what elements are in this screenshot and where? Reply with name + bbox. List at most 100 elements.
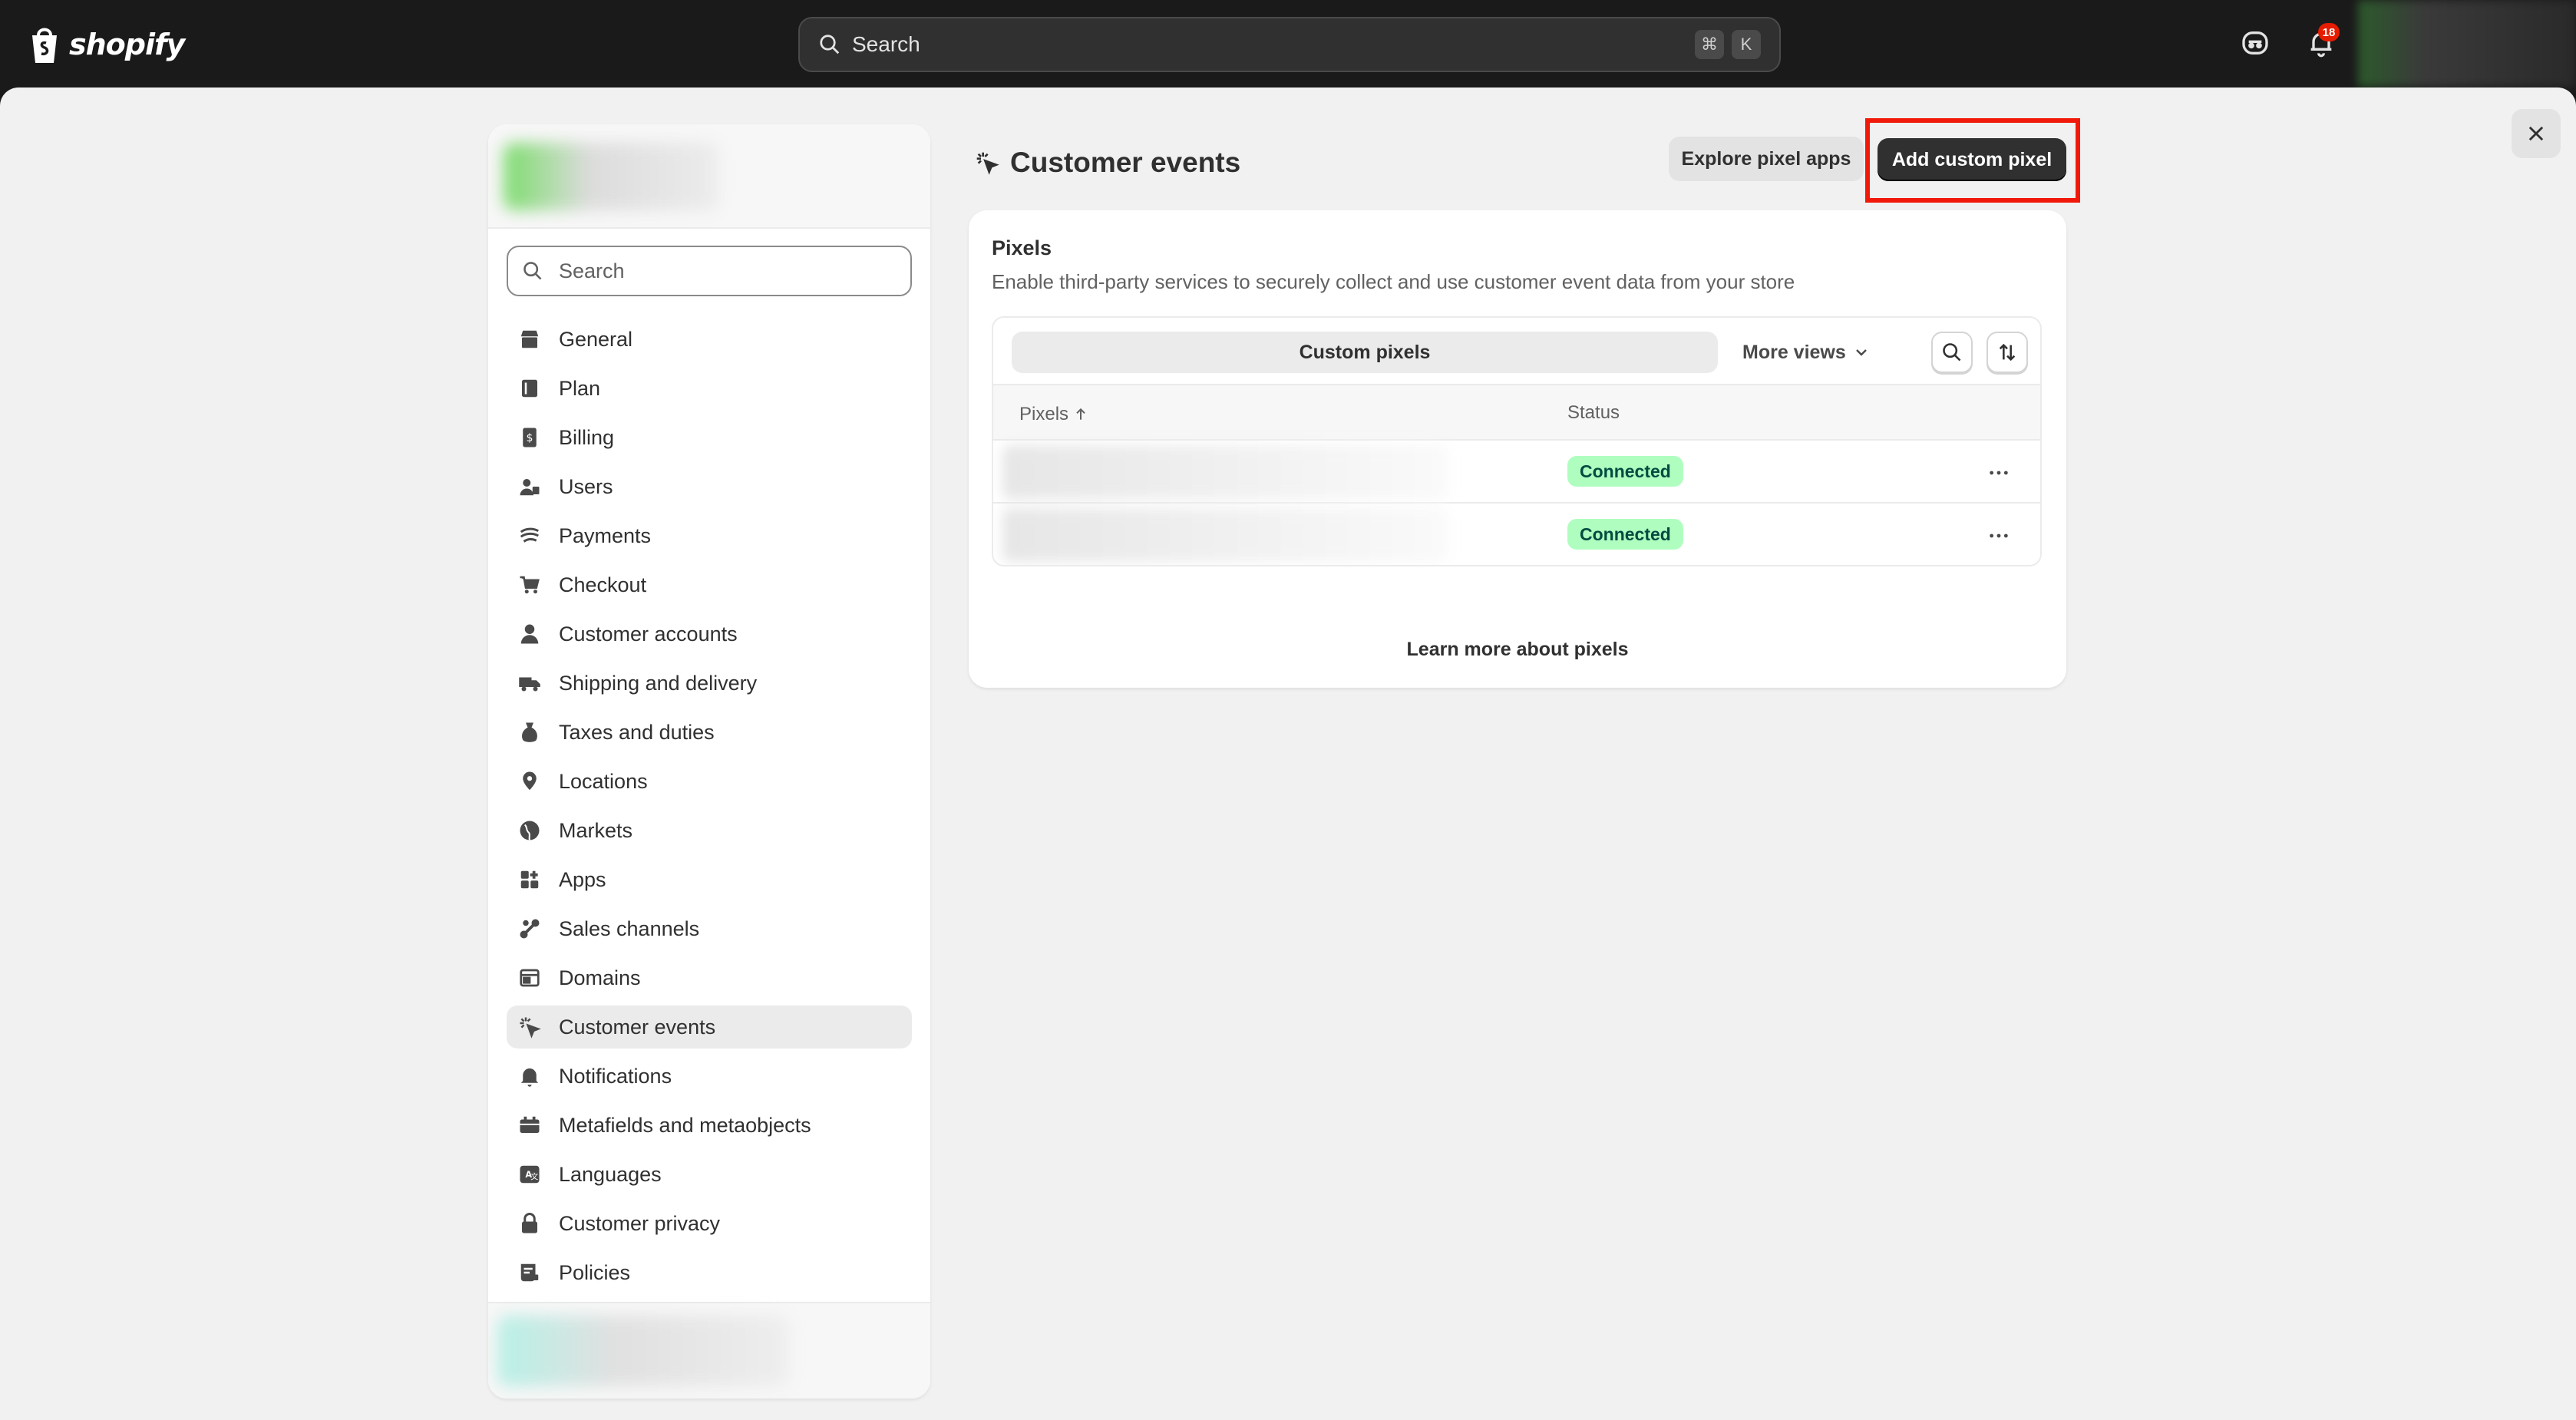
settings-modal: Search General Plan $ Billing Users Paym… (0, 88, 2576, 1420)
table-row[interactable]: Connected (993, 441, 2040, 504)
sidebar-item-users[interactable]: Users (507, 465, 912, 508)
sort-arrows-icon (1999, 343, 2016, 362)
table-search-button[interactable] (1931, 332, 1973, 373)
account-footer[interactable] (488, 1302, 930, 1399)
sidebar-item-label: Languages (559, 1162, 662, 1186)
store-icon (517, 327, 542, 352)
store-account-menu[interactable] (2358, 0, 2576, 88)
column-header-label: Pixels (1019, 404, 1069, 424)
brand-wordmark: shopify (69, 28, 185, 61)
plan-icon (517, 376, 542, 401)
users-icon (517, 474, 542, 499)
sidebar-item-plan[interactable]: Plan (507, 367, 912, 410)
sidebar-item-languages[interactable]: A文 Languages (507, 1153, 912, 1196)
sidebar-item-label: Payments (559, 523, 652, 547)
chevron-down-icon (1855, 349, 1867, 356)
sidebar-item-customer-privacy[interactable]: Customer privacy (507, 1202, 912, 1245)
more-horizontal-icon (1990, 471, 2008, 475)
sidebar-item-shipping[interactable]: Shipping and delivery (507, 662, 912, 705)
settings-search-placeholder: Search (559, 259, 625, 282)
sidebar-item-customer-accounts[interactable]: Customer accounts (507, 613, 912, 656)
sidebar-item-label: Plan (559, 376, 601, 400)
person-icon (517, 622, 542, 646)
globe-icon (517, 818, 542, 843)
cart-icon (517, 573, 542, 597)
location-icon (517, 769, 542, 794)
row-actions-button[interactable] (1983, 457, 2014, 488)
sidebar-item-domains[interactable]: Domains (507, 956, 912, 999)
sidebar-item-label: Sales channels (559, 916, 700, 940)
sidebar-item-label: Shipping and delivery (559, 671, 758, 695)
settings-search-input[interactable]: Search (507, 246, 912, 296)
sidebar-item-metafields[interactable]: Metafields and metaobjects (507, 1104, 912, 1147)
pixels-card-description: Enable third-party services to securely … (992, 270, 1795, 293)
shortcut-key-cmd: ⌘ (1695, 30, 1724, 59)
sidebar-item-label: Domains (559, 966, 641, 989)
store-header[interactable] (488, 124, 930, 229)
sidebar-item-label: Apps (559, 867, 606, 891)
sidebar-item-policies[interactable]: Policies (507, 1251, 912, 1294)
sidebar-item-payments[interactable]: Payments (507, 514, 912, 557)
settings-sidebar: Search General Plan $ Billing Users Paym… (488, 124, 930, 1399)
more-horizontal-icon (1990, 533, 2008, 538)
top-bar: shopify Search ⌘ K 18 (0, 0, 2576, 88)
search-icon (1943, 343, 1961, 362)
sidebar-item-customer-events[interactable]: Customer events (507, 1006, 912, 1048)
sidebar-item-locations[interactable]: Locations (507, 760, 912, 803)
search-icon (523, 262, 542, 280)
sidekick-icon[interactable] (2240, 28, 2271, 58)
sidebar-item-checkout[interactable]: Checkout (507, 563, 912, 606)
svg-text:$: $ (527, 432, 533, 444)
row-actions-button[interactable] (1983, 520, 2014, 551)
learn-more-pixels-link[interactable]: Learn more about pixels (969, 639, 2066, 661)
highlight-box (1865, 118, 2080, 203)
sidebar-item-apps[interactable]: Apps (507, 858, 912, 901)
sidebar-item-taxes[interactable]: Taxes and duties (507, 711, 912, 754)
channels-icon (517, 916, 542, 941)
policies-icon (517, 1260, 542, 1285)
shopify-bag-icon (28, 25, 61, 64)
billing-icon: $ (517, 425, 542, 450)
sidebar-item-label: General (559, 327, 633, 351)
notification-count-badge: 18 (2318, 23, 2340, 41)
sidebar-item-sales-channels[interactable]: Sales channels (507, 907, 912, 950)
sidebar-item-label: Locations (559, 769, 648, 793)
apps-icon (517, 867, 542, 892)
metafields-icon (517, 1113, 542, 1138)
svg-text:文: 文 (530, 1171, 538, 1181)
sidebar-item-label: Customer events (559, 1015, 716, 1039)
global-search-placeholder: Search (852, 32, 920, 56)
tax-icon (517, 720, 542, 745)
explore-pixel-apps-button[interactable]: Explore pixel apps (1669, 137, 1864, 181)
status-badge: Connected (1567, 456, 1683, 487)
pixels-table: Custom pixels More views Pixels Status C… (992, 316, 2042, 566)
shopify-logo[interactable]: shopify (28, 21, 185, 68)
table-row[interactable]: Connected (993, 504, 2040, 565)
page-title: Customer events (975, 140, 1240, 186)
sidebar-item-label: Customer accounts (559, 622, 738, 646)
close-settings-button[interactable] (2512, 109, 2561, 158)
sidebar-item-label: Billing (559, 425, 615, 449)
table-sort-button[interactable] (1986, 332, 2028, 373)
column-header-status: Status (1567, 402, 1620, 423)
page-title-text: Customer events (1010, 147, 1241, 178)
sidebar-item-billing[interactable]: $ Billing (507, 416, 912, 459)
settings-nav: General Plan $ Billing Users Payments Ch… (488, 318, 930, 1294)
global-search-input[interactable]: Search ⌘ K (798, 17, 1781, 72)
bell-icon (517, 1064, 542, 1088)
sidebar-item-general[interactable]: General (507, 318, 912, 361)
table-header: Pixels Status (993, 385, 2040, 441)
sidebar-item-markets[interactable]: Markets (507, 809, 912, 852)
sidebar-item-notifications[interactable]: Notifications (507, 1055, 912, 1098)
sidebar-item-label: Customer privacy (559, 1211, 721, 1235)
sidebar-item-label: Markets (559, 818, 633, 842)
pixels-card: Pixels Enable third-party services to se… (969, 210, 2066, 688)
tab-custom-pixels[interactable]: Custom pixels (1012, 332, 1718, 373)
truck-icon (517, 671, 542, 695)
shortcut-key-k: K (1732, 30, 1761, 59)
more-views-dropdown[interactable]: More views (1742, 332, 1871, 373)
sidebar-item-label: Users (559, 474, 613, 498)
sidebar-item-label: Policies (559, 1260, 631, 1284)
column-header-pixels[interactable]: Pixels (1019, 404, 1088, 425)
sidebar-item-label: Checkout (559, 573, 647, 596)
